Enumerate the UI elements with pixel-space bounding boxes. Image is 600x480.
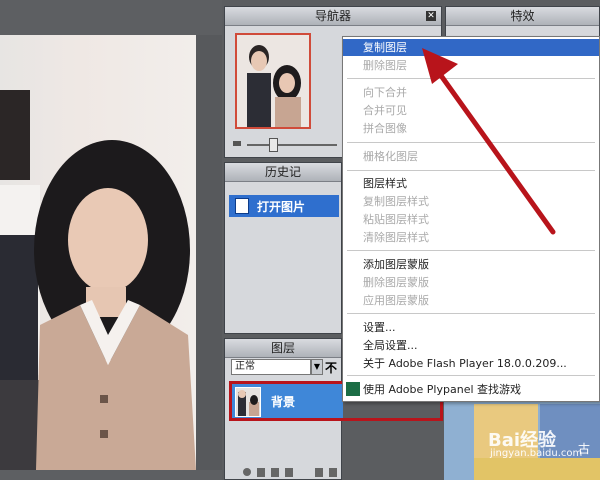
zoom-slider-track[interactable] xyxy=(247,144,337,146)
menu-item-delete-mask[interactable]: 删除图层蒙版 xyxy=(363,274,429,291)
effect-label: 古 xyxy=(578,442,591,456)
menu-item-add-mask[interactable]: 添加图层蒙版 xyxy=(363,256,429,273)
history-item[interactable]: 打开图片 xyxy=(229,195,339,217)
context-menu: 复制图层 删除图层 向下合并 合并可见 拼合图像 栅格化图层 图层样式 复制图层… xyxy=(342,36,600,402)
zoom-out-icon[interactable] xyxy=(233,141,241,146)
menu-separator xyxy=(347,170,595,171)
menu-item-merge-down[interactable]: 向下合并 xyxy=(363,84,407,101)
watermark-url: jingyan.baidu.com xyxy=(490,448,583,459)
menu-item-copy-style[interactable]: 复制图层样式 xyxy=(363,193,429,210)
navigator-title: 导航器 xyxy=(225,7,441,26)
navigator-photo xyxy=(237,35,309,127)
menu-item-playpanel[interactable]: 使用 Adobe Plypanel 查找游戏 xyxy=(363,381,521,398)
menu-item-duplicate-layer[interactable]: 复制图层 xyxy=(343,39,599,56)
blend-mode-select[interactable]: 正常 xyxy=(231,359,311,375)
menu-item-global-settings[interactable]: 全局设置... xyxy=(363,337,418,354)
menu-item-clear-style[interactable]: 清除图层样式 xyxy=(363,229,429,246)
layer-tools xyxy=(243,468,337,477)
menu-item-apply-mask[interactable]: 应用图层蒙版 xyxy=(363,292,429,309)
opacity-label: 不 xyxy=(325,361,338,375)
history-title: 历史记 xyxy=(225,163,341,182)
close-icon[interactable]: ✕ xyxy=(426,11,436,21)
menu-item-layer-style[interactable]: 图层样式 xyxy=(363,175,407,192)
menu-separator xyxy=(347,375,595,376)
menu-item-merge-visible[interactable]: 合并可见 xyxy=(363,102,407,119)
menu-item-settings[interactable]: 设置... xyxy=(363,319,396,336)
menu-item-delete-layer[interactable]: 删除图层 xyxy=(363,57,407,74)
history-panel: 历史记 打开图片 xyxy=(224,162,342,334)
history-item-label: 打开图片 xyxy=(257,200,306,214)
image-canvas[interactable] xyxy=(0,35,196,470)
document-icon xyxy=(235,198,249,214)
menu-item-flatten[interactable]: 拼合图像 xyxy=(363,120,407,137)
zoom-slider-handle[interactable] xyxy=(269,138,278,152)
style-icon xyxy=(257,468,265,477)
layers-title: 图层 xyxy=(225,339,341,358)
adjust-icon xyxy=(285,468,293,477)
menu-separator xyxy=(347,142,595,143)
effect-thumbnail[interactable] xyxy=(474,458,600,480)
navigator-thumbnail[interactable] xyxy=(235,33,311,129)
link-icon xyxy=(243,468,251,476)
canvas-photo xyxy=(0,90,196,470)
playpanel-icon xyxy=(346,382,360,396)
trash-icon xyxy=(329,468,337,477)
chevron-down-icon[interactable]: ▼ xyxy=(311,359,323,375)
mask-icon xyxy=(271,468,279,477)
menu-separator xyxy=(347,313,595,314)
menu-item-paste-style[interactable]: 粘贴图层样式 xyxy=(363,211,429,228)
canvas-scroll-gutter xyxy=(196,35,222,470)
menu-separator xyxy=(347,78,595,79)
effects-title: 特效 xyxy=(446,7,599,26)
menu-item-about-flash[interactable]: 关于 Adobe Flash Player 18.0.0.209... xyxy=(363,355,567,372)
menu-item-rasterize[interactable]: 栅格化图层 xyxy=(363,148,418,165)
menu-separator xyxy=(347,250,595,251)
new-layer-icon xyxy=(315,468,323,477)
